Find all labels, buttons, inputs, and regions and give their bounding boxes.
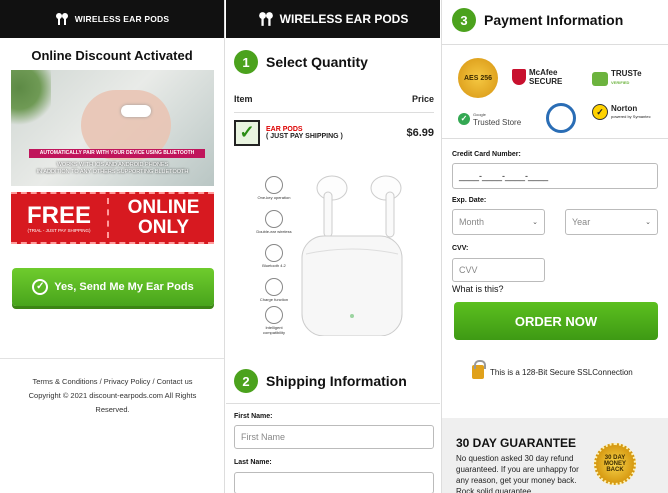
column-item: Item: [234, 94, 253, 104]
step-title: Payment Information: [484, 12, 624, 28]
item-subtitle: ( JUST PAY SHIPPING ): [266, 132, 343, 140]
product-image: [264, 166, 424, 337]
norton-badge: ✓ Norton powered by Symantec: [592, 104, 651, 120]
credit-card-label: Credit Card Number:: [452, 151, 521, 158]
hero-sub1: WORKS WITH IOS AND ANDROID PHONES: [56, 162, 169, 168]
exp-month-select[interactable]: Month ⌄: [452, 209, 545, 235]
step-select-quantity: 1 Select Quantity: [234, 50, 368, 74]
order-column: WIRELESS EAR PODS 1 Select Quantity Item…: [226, 0, 440, 493]
earpods-logo-icon: [258, 11, 274, 27]
promo-only: ONLY: [137, 217, 190, 238]
guarantee-box: 30 DAY GUARANTEE No question asked 30 da…: [442, 418, 668, 493]
promo-free: FREE: [26, 201, 91, 229]
mcafee-shield-icon: [512, 69, 526, 85]
lock-icon: [472, 360, 486, 379]
step-title: Select Quantity: [266, 54, 368, 70]
step-number: 3: [452, 8, 476, 32]
footer-copyright-2: Reserved.: [95, 405, 130, 414]
truste-badge: TRUSTe VERIFIED: [592, 70, 642, 87]
step-title: Shipping Information: [266, 373, 407, 389]
money-back-seal: 30 DAY MONEY BACK: [594, 443, 636, 485]
footer-links[interactable]: Terms & Conditions / Privacy Policy / Co…: [0, 375, 224, 389]
first-name-label: First Name:: [234, 413, 273, 420]
hero-sub2: IN ADDITION TO ANY OTHERS SUPPORTING BLU…: [36, 169, 189, 175]
brand-header: WIRELESS EAR PODS: [226, 0, 440, 38]
step-number: 2: [234, 369, 258, 393]
step-shipping-information: 2 Shipping Information: [234, 369, 407, 393]
cvv-input[interactable]: CVV: [452, 258, 545, 282]
earpods-logo-icon: [55, 12, 69, 26]
column-price: Price: [411, 94, 434, 104]
cvv-help-link[interactable]: What is this?: [452, 284, 504, 294]
item-checkbox[interactable]: ✓: [234, 119, 260, 146]
promo-online: ONLINE: [127, 197, 200, 218]
item-name: EAR PODS: [266, 125, 303, 133]
item-table-header: Item Price: [234, 94, 434, 104]
last-name-label: Last Name:: [234, 459, 272, 466]
payment-column: 3 Payment Information AES 256 McAfee SEC…: [441, 0, 668, 493]
aes-256-badge: AES 256: [458, 58, 498, 98]
order-now-button[interactable]: ORDER NOW: [454, 302, 658, 340]
mcafee-badge: McAfee SECURE: [512, 68, 579, 86]
first-name-input[interactable]: First Name: [234, 425, 434, 449]
hero-band: AUTOMATICALLY PAIR WITH YOUR DEVICE USIN…: [29, 149, 205, 158]
footer-copyright: Copyright © 2021 discount-earpods.com Al…: [28, 391, 197, 400]
ssl-text: This is a 128-Bit Secure SSLConnection: [490, 367, 633, 377]
brand-name: WIRELESS EAR PODS: [279, 12, 409, 26]
exp-date-label: Exp. Date:: [452, 197, 487, 204]
item-price: $6.99: [406, 126, 434, 139]
step-payment-information: 3 Payment Information: [452, 8, 623, 32]
send-ear-pods-button[interactable]: ✓ Yes, Send Me My Ear Pods: [12, 268, 214, 306]
guarantee-text: No question asked 30 day refund guarante…: [456, 454, 579, 493]
trusted-store-badge: ✓ Google Trusted Store: [458, 110, 521, 127]
truste-icon: [592, 71, 608, 86]
norton-check-icon: ✓: [592, 104, 608, 120]
credit-card-input[interactable]: ____-____-____-____: [452, 163, 658, 189]
brand-name: WIRELESS EAR PODS: [74, 14, 170, 24]
secure-seal-icon: [546, 103, 576, 133]
check-circle-icon: ✓: [32, 279, 49, 295]
hero-image: AUTOMATICALLY PAIR WITH YOUR DEVICE USIN…: [11, 70, 214, 186]
step-number: 1: [234, 50, 258, 74]
ssl-notice: This is a 128-Bit Secure SSLConnection: [472, 360, 633, 379]
promo-banner: FREE (TRIAL - JUST PAY SHIPPING) ONLINE …: [11, 192, 214, 244]
cta-label: Yes, Send Me My Ear Pods: [54, 281, 194, 293]
exp-year-select[interactable]: Year ⌄: [565, 209, 658, 235]
promo-free-sub: (TRIAL - JUST PAY SHIPPING): [27, 227, 91, 233]
footer: Terms & Conditions / Privacy Policy / Co…: [0, 358, 224, 417]
checkmark-icon: ✓: [458, 112, 470, 125]
landing-column: WIRELESS EAR PODS Online Discount Activa…: [0, 0, 225, 493]
item-row[interactable]: ✓ EAR PODS ( JUST PAY SHIPPING ) $6.99: [234, 112, 434, 152]
chevron-down-icon: ⌄: [532, 219, 538, 226]
last-name-input[interactable]: [234, 472, 434, 493]
brand-header: WIRELESS EAR PODS: [0, 0, 224, 38]
chevron-down-icon: ⌄: [645, 219, 651, 226]
cvv-label: CVV:: [452, 245, 469, 252]
discount-title: Online Discount Activated: [31, 48, 193, 63]
